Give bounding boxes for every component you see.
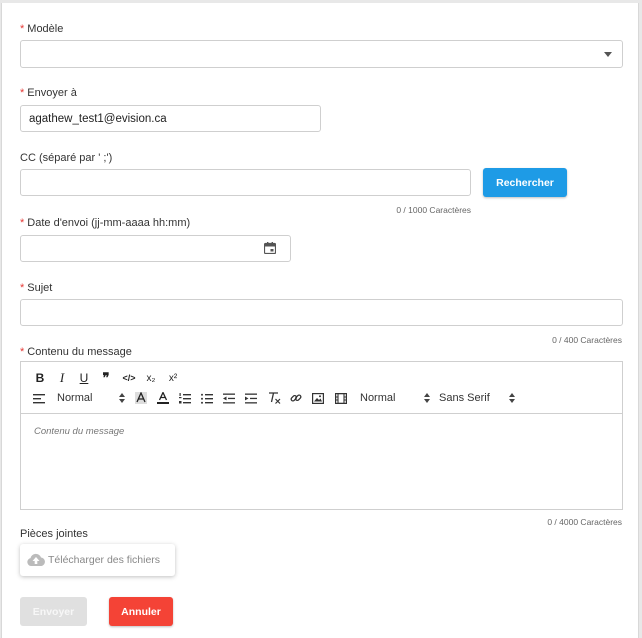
- content-label: * Contenu du message: [20, 346, 132, 358]
- send-to-value: agathew_test1@evision.ca: [29, 112, 167, 125]
- underline-button[interactable]: U: [77, 370, 91, 386]
- header-picker[interactable]: Normal: [57, 390, 127, 406]
- image-icon: [312, 392, 324, 404]
- model-label-text: Modèle: [27, 23, 64, 35]
- size-picker[interactable]: Normal: [360, 390, 432, 406]
- model-select[interactable]: [20, 40, 623, 68]
- indent-icon: [245, 393, 257, 403]
- upload-files-label: Télécharger des fichiers: [48, 554, 161, 566]
- model-label: * Modèle: [20, 23, 63, 35]
- calendar-icon[interactable]: [264, 242, 276, 254]
- font-picker[interactable]: Sans Serif: [439, 390, 517, 406]
- ordered-list-button[interactable]: [178, 390, 192, 406]
- italic-button[interactable]: I: [55, 370, 69, 386]
- cloud-upload-icon: [27, 553, 45, 566]
- subject-label-text: Sujet: [27, 282, 53, 294]
- background-color-button[interactable]: [134, 390, 148, 406]
- subject-label: * Sujet: [20, 282, 52, 294]
- attachments-label-text: Pièces jointes: [20, 528, 88, 540]
- subject-char-counter: 0 / 400 Caractères: [552, 335, 622, 345]
- clear-format-button[interactable]: [267, 390, 281, 406]
- updown-arrows-icon: [119, 393, 125, 403]
- message-content-area[interactable]: Contenu du message: [21, 414, 622, 449]
- ordered-list-icon: [179, 392, 191, 403]
- content-char-counter: 0 / 4000 Caractères: [547, 517, 622, 527]
- cc-label: CC (séparé par ' ;'): [20, 152, 112, 164]
- size-picker-value: Normal: [360, 392, 396, 404]
- editor-toolbar: B I U ❞ </> x₂ x² Normal Normal Sans Ser…: [21, 362, 622, 414]
- code-button[interactable]: </>: [120, 370, 138, 386]
- required-mark: *: [20, 87, 25, 99]
- send-button[interactable]: Envoyer: [20, 597, 87, 626]
- search-button[interactable]: Rechercher: [483, 168, 567, 197]
- cc-label-text: CC (séparé par ' ;'): [20, 152, 113, 164]
- link-icon: [290, 394, 302, 402]
- send-date-label: * Date d'envoi (jj-mm-aaaa hh:mm): [20, 217, 190, 229]
- text-color-icon: [157, 392, 169, 404]
- link-button[interactable]: [289, 390, 303, 406]
- image-button[interactable]: [311, 390, 325, 406]
- bold-button[interactable]: B: [33, 370, 47, 386]
- align-left-icon: [33, 393, 45, 403]
- clear-format-icon: [268, 392, 280, 404]
- bullet-list-button[interactable]: [200, 390, 214, 406]
- bullet-list-icon: [201, 393, 213, 404]
- updown-arrows-icon: [509, 393, 515, 403]
- send-to-input[interactable]: agathew_test1@evision.ca: [20, 105, 321, 132]
- subject-input[interactable]: [20, 299, 623, 326]
- required-mark: *: [20, 23, 25, 35]
- rich-text-editor: B I U ❞ </> x₂ x² Normal Normal Sans Ser…: [20, 361, 623, 510]
- send-to-label: * Envoyer à: [20, 87, 77, 99]
- align-button[interactable]: [32, 390, 46, 406]
- send-email-dialog: * Modèle * Envoyer à agathew_test1@evision…: [1, 3, 639, 638]
- message-placeholder: Contenu du message: [34, 426, 125, 437]
- upload-files-button[interactable]: Télécharger des fichiers: [20, 544, 175, 576]
- attachments-label: Pièces jointes: [20, 528, 88, 540]
- font-picker-value: Sans Serif: [439, 392, 490, 404]
- video-icon: [335, 392, 347, 404]
- required-mark: *: [20, 282, 25, 294]
- send-to-label-text: Envoyer à: [27, 87, 77, 99]
- indent-button[interactable]: [244, 390, 258, 406]
- required-mark: *: [20, 217, 25, 229]
- text-color-button[interactable]: [156, 390, 170, 406]
- send-date-label-text: Date d'envoi (jj-mm-aaaa hh:mm): [27, 217, 191, 229]
- cancel-button[interactable]: Annuler: [109, 597, 173, 626]
- content-label-text: Contenu du message: [27, 346, 132, 358]
- dropdown-arrow-icon: [604, 52, 612, 57]
- send-date-input[interactable]: [20, 235, 291, 262]
- superscript-button[interactable]: x²: [165, 370, 181, 386]
- video-button[interactable]: [334, 390, 348, 406]
- cc-input[interactable]: [20, 169, 471, 196]
- subscript-button[interactable]: x₂: [143, 370, 159, 386]
- cc-char-counter: 0 / 1000 Caractères: [396, 205, 471, 215]
- background-color-icon: [135, 392, 147, 404]
- outdent-icon: [223, 393, 235, 403]
- blockquote-button[interactable]: ❞: [99, 370, 113, 386]
- outdent-button[interactable]: [222, 390, 236, 406]
- required-mark: *: [20, 346, 25, 358]
- header-picker-value: Normal: [57, 392, 93, 404]
- updown-arrows-icon: [424, 393, 430, 403]
